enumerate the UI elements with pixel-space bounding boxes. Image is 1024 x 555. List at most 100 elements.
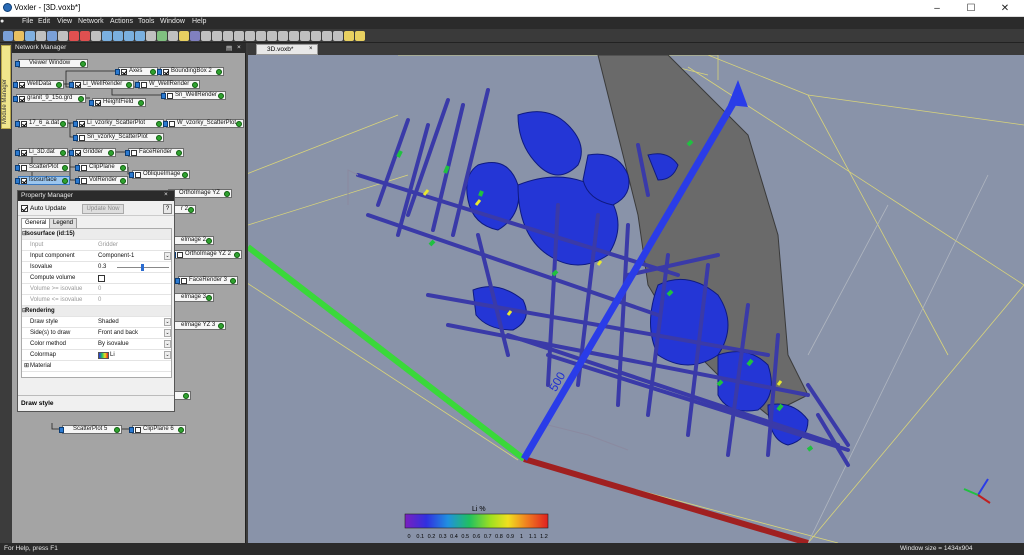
input-port-icon[interactable] <box>75 178 80 184</box>
input-port-icon[interactable] <box>73 135 78 141</box>
network-node[interactable]: BoundingBox 2 <box>157 67 224 76</box>
property-row[interactable]: Draw style Shaded ⌄ <box>22 317 171 328</box>
node-visibility-checkbox[interactable] <box>21 121 27 127</box>
network-node[interactable]: HeightField <box>89 98 146 107</box>
menu-window[interactable]: Window <box>160 18 185 25</box>
output-port-icon[interactable] <box>150 69 156 75</box>
output-port-icon[interactable] <box>62 178 68 184</box>
maximize-button[interactable]: ☐ <box>954 0 988 17</box>
toolbar-button[interactable] <box>36 31 46 41</box>
output-port-icon[interactable] <box>206 295 212 301</box>
input-port-icon[interactable] <box>175 278 180 284</box>
menu-network[interactable]: Network <box>78 18 104 25</box>
dropdown-arrow-icon[interactable]: ⌄ <box>164 252 171 260</box>
input-port-icon[interactable] <box>15 150 20 156</box>
toolbar-button[interactable] <box>333 31 343 41</box>
input-port-icon[interactable] <box>69 150 74 156</box>
node-visibility-checkbox[interactable] <box>75 82 81 88</box>
network-node[interactable]: W_vzorky_ScatterPlot <box>163 119 244 128</box>
property-row[interactable]: Input component Component-1 ⌄ <box>22 251 171 262</box>
output-port-icon[interactable] <box>192 82 198 88</box>
node-visibility-checkbox[interactable] <box>75 150 81 156</box>
node-visibility-checkbox[interactable] <box>19 82 25 88</box>
output-port-icon[interactable] <box>156 121 162 127</box>
network-node[interactable]: 17_6_a.dat <box>15 119 68 128</box>
update-now-button[interactable]: Update Now <box>82 204 124 214</box>
network-node[interactable]: granit_9_15o.grd <box>13 94 86 103</box>
property-group[interactable]: ⊟ Rendering <box>22 306 171 317</box>
network-node[interactable]: eImage 2 <box>167 236 214 245</box>
tab-general[interactable]: General <box>21 218 51 228</box>
output-port-icon[interactable] <box>108 150 114 156</box>
network-node[interactable]: Sn_WellRender <box>161 91 226 100</box>
property-row[interactable]: Colormap Li ⌄ <box>22 350 171 361</box>
input-port-icon[interactable] <box>135 82 140 88</box>
node-visibility-checkbox[interactable] <box>21 165 27 171</box>
minimize-button[interactable]: – <box>920 0 954 17</box>
input-port-icon[interactable] <box>163 121 168 127</box>
property-value[interactable]: Li <box>110 350 115 360</box>
toolbar-button[interactable] <box>25 31 35 41</box>
property-row[interactable]: Input Gridder <box>22 240 171 251</box>
toolbar-button[interactable] <box>212 31 222 41</box>
network-node[interactable]: Viewer Window <box>15 59 88 68</box>
toolbar-button[interactable] <box>80 31 90 41</box>
node-visibility-checkbox[interactable] <box>79 121 85 127</box>
input-port-icon[interactable] <box>13 96 18 102</box>
auto-update-checkbox[interactable] <box>21 205 28 212</box>
toolbar-button[interactable] <box>69 31 79 41</box>
output-port-icon[interactable] <box>78 96 84 102</box>
output-port-icon[interactable] <box>80 61 86 67</box>
input-port-icon[interactable] <box>69 82 74 88</box>
input-port-icon[interactable] <box>15 61 20 67</box>
property-value[interactable]: 0.3 <box>98 262 106 272</box>
node-visibility-checkbox[interactable] <box>79 135 85 141</box>
input-port-icon[interactable] <box>115 69 120 75</box>
output-port-icon[interactable] <box>62 165 68 171</box>
input-port-icon[interactable] <box>13 82 18 88</box>
input-port-icon[interactable] <box>157 69 162 75</box>
property-row[interactable]: Volume >= isovalue 0 <box>22 284 171 295</box>
node-visibility-checkbox[interactable] <box>169 121 175 127</box>
property-value[interactable]: 0 <box>98 295 101 305</box>
network-node[interactable]: Isosurface <box>15 176 70 185</box>
output-port-icon[interactable] <box>236 121 242 127</box>
output-port-icon[interactable] <box>156 135 162 141</box>
property-group[interactable]: ⊟ Isosurface (id:15) <box>22 229 171 240</box>
property-value[interactable]: Shaded <box>98 317 119 327</box>
node-visibility-checkbox[interactable] <box>181 278 187 284</box>
network-node[interactable]: OrthoImage YZ 2 <box>171 250 242 259</box>
menu-file[interactable]: File <box>22 18 33 25</box>
output-port-icon[interactable] <box>56 82 62 88</box>
toolbar-button[interactable] <box>344 31 354 41</box>
module-manager-tab[interactable]: Module Manager <box>1 45 11 129</box>
output-port-icon[interactable] <box>126 82 132 88</box>
network-node[interactable]: Axes <box>115 67 158 76</box>
node-visibility-checkbox[interactable] <box>167 93 173 99</box>
toolbar-button[interactable] <box>179 31 189 41</box>
output-port-icon[interactable] <box>183 393 189 399</box>
dropdown-arrow-icon[interactable]: ⌄ <box>164 318 171 326</box>
expand-icon[interactable]: ⊞ <box>24 361 29 371</box>
output-port-icon[interactable] <box>218 93 224 99</box>
close-tab-icon[interactable]: × <box>309 45 313 54</box>
output-port-icon[interactable] <box>120 178 126 184</box>
property-value[interactable]: Component-1 <box>98 251 134 261</box>
tab-legend[interactable]: Legend <box>49 218 78 228</box>
colormap-swatch[interactable] <box>98 352 109 359</box>
property-value[interactable]: 0 <box>98 284 101 294</box>
toolbar-button[interactable] <box>289 31 299 41</box>
network-node[interactable]: Sn_vzorky_ScatterPlot <box>73 133 164 142</box>
network-node[interactable]: Li_vzorky_ScatterPlot <box>73 119 164 128</box>
input-port-icon[interactable] <box>125 150 130 156</box>
network-node[interactable]: ClipPlane 6 <box>129 425 186 434</box>
toolbar-button[interactable] <box>91 31 101 41</box>
toolbar-button[interactable] <box>168 31 178 41</box>
network-node[interactable]: ClipPlane <box>75 163 128 172</box>
output-port-icon[interactable] <box>120 165 126 171</box>
network-node[interactable]: VolRender <box>75 176 128 185</box>
input-port-icon[interactable] <box>161 93 166 99</box>
node-visibility-checkbox[interactable] <box>21 150 27 156</box>
network-node[interactable]: OrthoImage YZ <box>165 189 232 198</box>
input-port-icon[interactable] <box>15 178 20 184</box>
